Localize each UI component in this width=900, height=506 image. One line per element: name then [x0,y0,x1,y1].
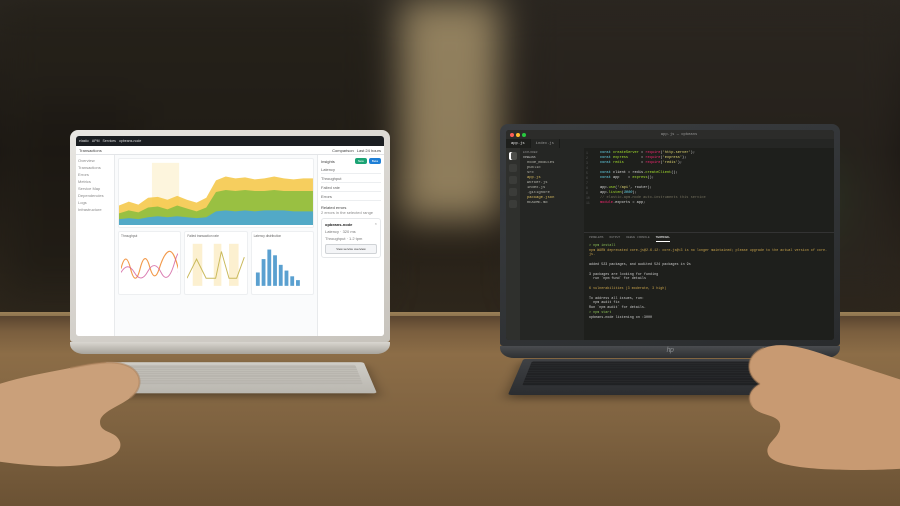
terminal-tab[interactable]: PROBLEMS [589,236,603,242]
explorer-heading: EXPLORER [523,151,581,154]
code-content: const createServer = require('http-serve… [600,151,830,206]
laptop-left: elastic APM Services opbeans-node Transa… [70,130,390,354]
traffic-light-minimize-icon[interactable] [516,133,520,137]
sidebar-item[interactable]: Errors [78,172,112,177]
sidebar-item[interactable]: Metrics [78,179,112,184]
laptop-right: app.js — opbeans app.js index.js [500,124,840,358]
code-editor-pane[interactable]: 1234567891011 const createServer = requi… [584,148,834,232]
file-item[interactable]: package.json [527,196,581,200]
insight-item[interactable]: Errors [321,194,381,201]
code-editor-app: app.js — opbeans app.js index.js [506,130,834,340]
traffic-light-zoom-icon[interactable] [522,133,526,137]
insights-heading: Insights [321,159,335,164]
traffic-light-close-icon[interactable] [510,133,514,137]
file-item[interactable]: src [527,171,581,175]
terminal-tab[interactable]: TERMINAL [656,236,670,242]
debug-icon[interactable] [509,188,517,196]
hover-tooltip-card: × opbeans-node Latency · 320 ms Throughp… [321,218,381,258]
main-area-chart[interactable] [118,158,314,228]
compare-toggle[interactable]: Comparison [332,148,354,153]
tooltip-line: Throughput · 1.2 tpm [325,236,377,241]
laptop-right-keyboard [508,359,822,395]
extensions-icon[interactable] [509,200,517,208]
tooltip-title: opbeans-node [325,222,377,227]
git-icon[interactable] [509,176,517,184]
dashboard-sidebar: Overview Transactions Errors Metrics Ser… [76,155,115,336]
line-numbers: 1234567891011 [586,151,590,206]
sidebar-item[interactable]: Logs [78,200,112,205]
dashboard-insights-panel: Insights New Beta Latency Throughput Fai… [317,155,384,336]
sidebar-item[interactable]: Service Map [78,186,112,191]
insight-item[interactable]: Throughput [321,176,381,183]
file-item[interactable]: app.js [527,176,581,180]
file-item[interactable]: public [527,166,581,170]
badge-new: New [355,158,367,164]
laptop-left-screen: elastic APM Services opbeans-node Transa… [76,136,384,336]
dashboard-app: elastic APM Services opbeans-node Transa… [76,136,384,336]
time-picker[interactable]: Last 24 hours [357,148,381,153]
mini-chart-throughput[interactable]: Throughput [118,231,181,295]
insight-item[interactable]: Latency [321,167,381,174]
laptop-left-lid: elastic APM Services opbeans-node Transa… [70,130,390,342]
sidebar-item[interactable]: Transactions [78,165,112,170]
laptop-left-keyboard [91,362,377,393]
activity-bar [506,148,520,340]
file-explorer: EXPLORER OPBEANS node_modules public src… [520,148,584,340]
topnav-item[interactable]: Services [103,139,116,143]
laptop-left-hinge [70,342,390,354]
search-icon[interactable] [509,164,517,172]
insight-item[interactable]: Failed rate [321,185,381,192]
file-item[interactable]: node_modules [527,161,581,165]
close-icon[interactable]: × [375,221,377,226]
laptop-right-hinge: hp [500,346,840,358]
terminal-panel[interactable]: PROBLEMS OUTPUT DEBUG CONSOLE TERMINAL >… [584,232,834,340]
laptop-right-lid: app.js — opbeans app.js index.js [500,124,840,346]
topnav-item[interactable]: APM [92,139,100,143]
breadcrumb: Transactions [79,148,102,153]
window-title: app.js — opbeans [528,133,830,137]
sidebar-item[interactable]: Infrastructure [78,207,112,212]
file-item[interactable]: index.js [527,186,581,190]
terminal-output: > npm install npm WARN deprecated core-j… [589,244,829,321]
topnav-item[interactable]: opbeans-node [119,139,141,143]
project-name: OPBEANS [523,156,581,159]
editor-titlebar: app.js — opbeans [506,130,834,139]
view-service-button[interactable]: View service overview [325,244,377,254]
dashboard-topbar: elastic APM Services opbeans-node [76,136,384,146]
tooltip-line: Latency · 320 ms [325,229,377,234]
badge-beta: Beta [369,158,381,164]
sidebar-item[interactable]: Overview [78,158,112,163]
dashboard-subbar: Transactions Comparison Last 24 hours [76,146,384,155]
hp-logo: hp [667,347,674,354]
editor-tabs: app.js index.js [506,139,834,148]
explorer-icon[interactable] [509,152,517,160]
sidebar-item[interactable]: Dependencies [78,193,112,198]
tab-file[interactable]: index.js [531,139,560,148]
tab-file[interactable]: app.js [506,139,531,148]
mini-chart-latency-dist[interactable]: Latency distribution [251,231,314,295]
scene-photo: elastic APM Services opbeans-node Transa… [0,0,900,506]
brand-label: elastic [79,139,89,143]
mini-chart-failed-rate[interactable]: Failed transaction rate [184,231,247,295]
file-item[interactable]: .gitignore [527,191,581,195]
terminal-tab[interactable]: OUTPUT [609,236,620,242]
dashboard-main: Throughput Failed transaction rate [115,155,317,336]
file-item[interactable]: README.md [527,201,581,205]
file-item[interactable]: worker.js [527,181,581,185]
terminal-tabs: PROBLEMS OUTPUT DEBUG CONSOLE TERMINAL [589,236,829,242]
related-sub: 2 errors in the selected range [321,210,381,215]
laptop-right-screen: app.js — opbeans app.js index.js [506,130,834,340]
mini-charts-row: Throughput Failed transaction rate [118,231,314,295]
terminal-tab[interactable]: DEBUG CONSOLE [626,236,649,242]
